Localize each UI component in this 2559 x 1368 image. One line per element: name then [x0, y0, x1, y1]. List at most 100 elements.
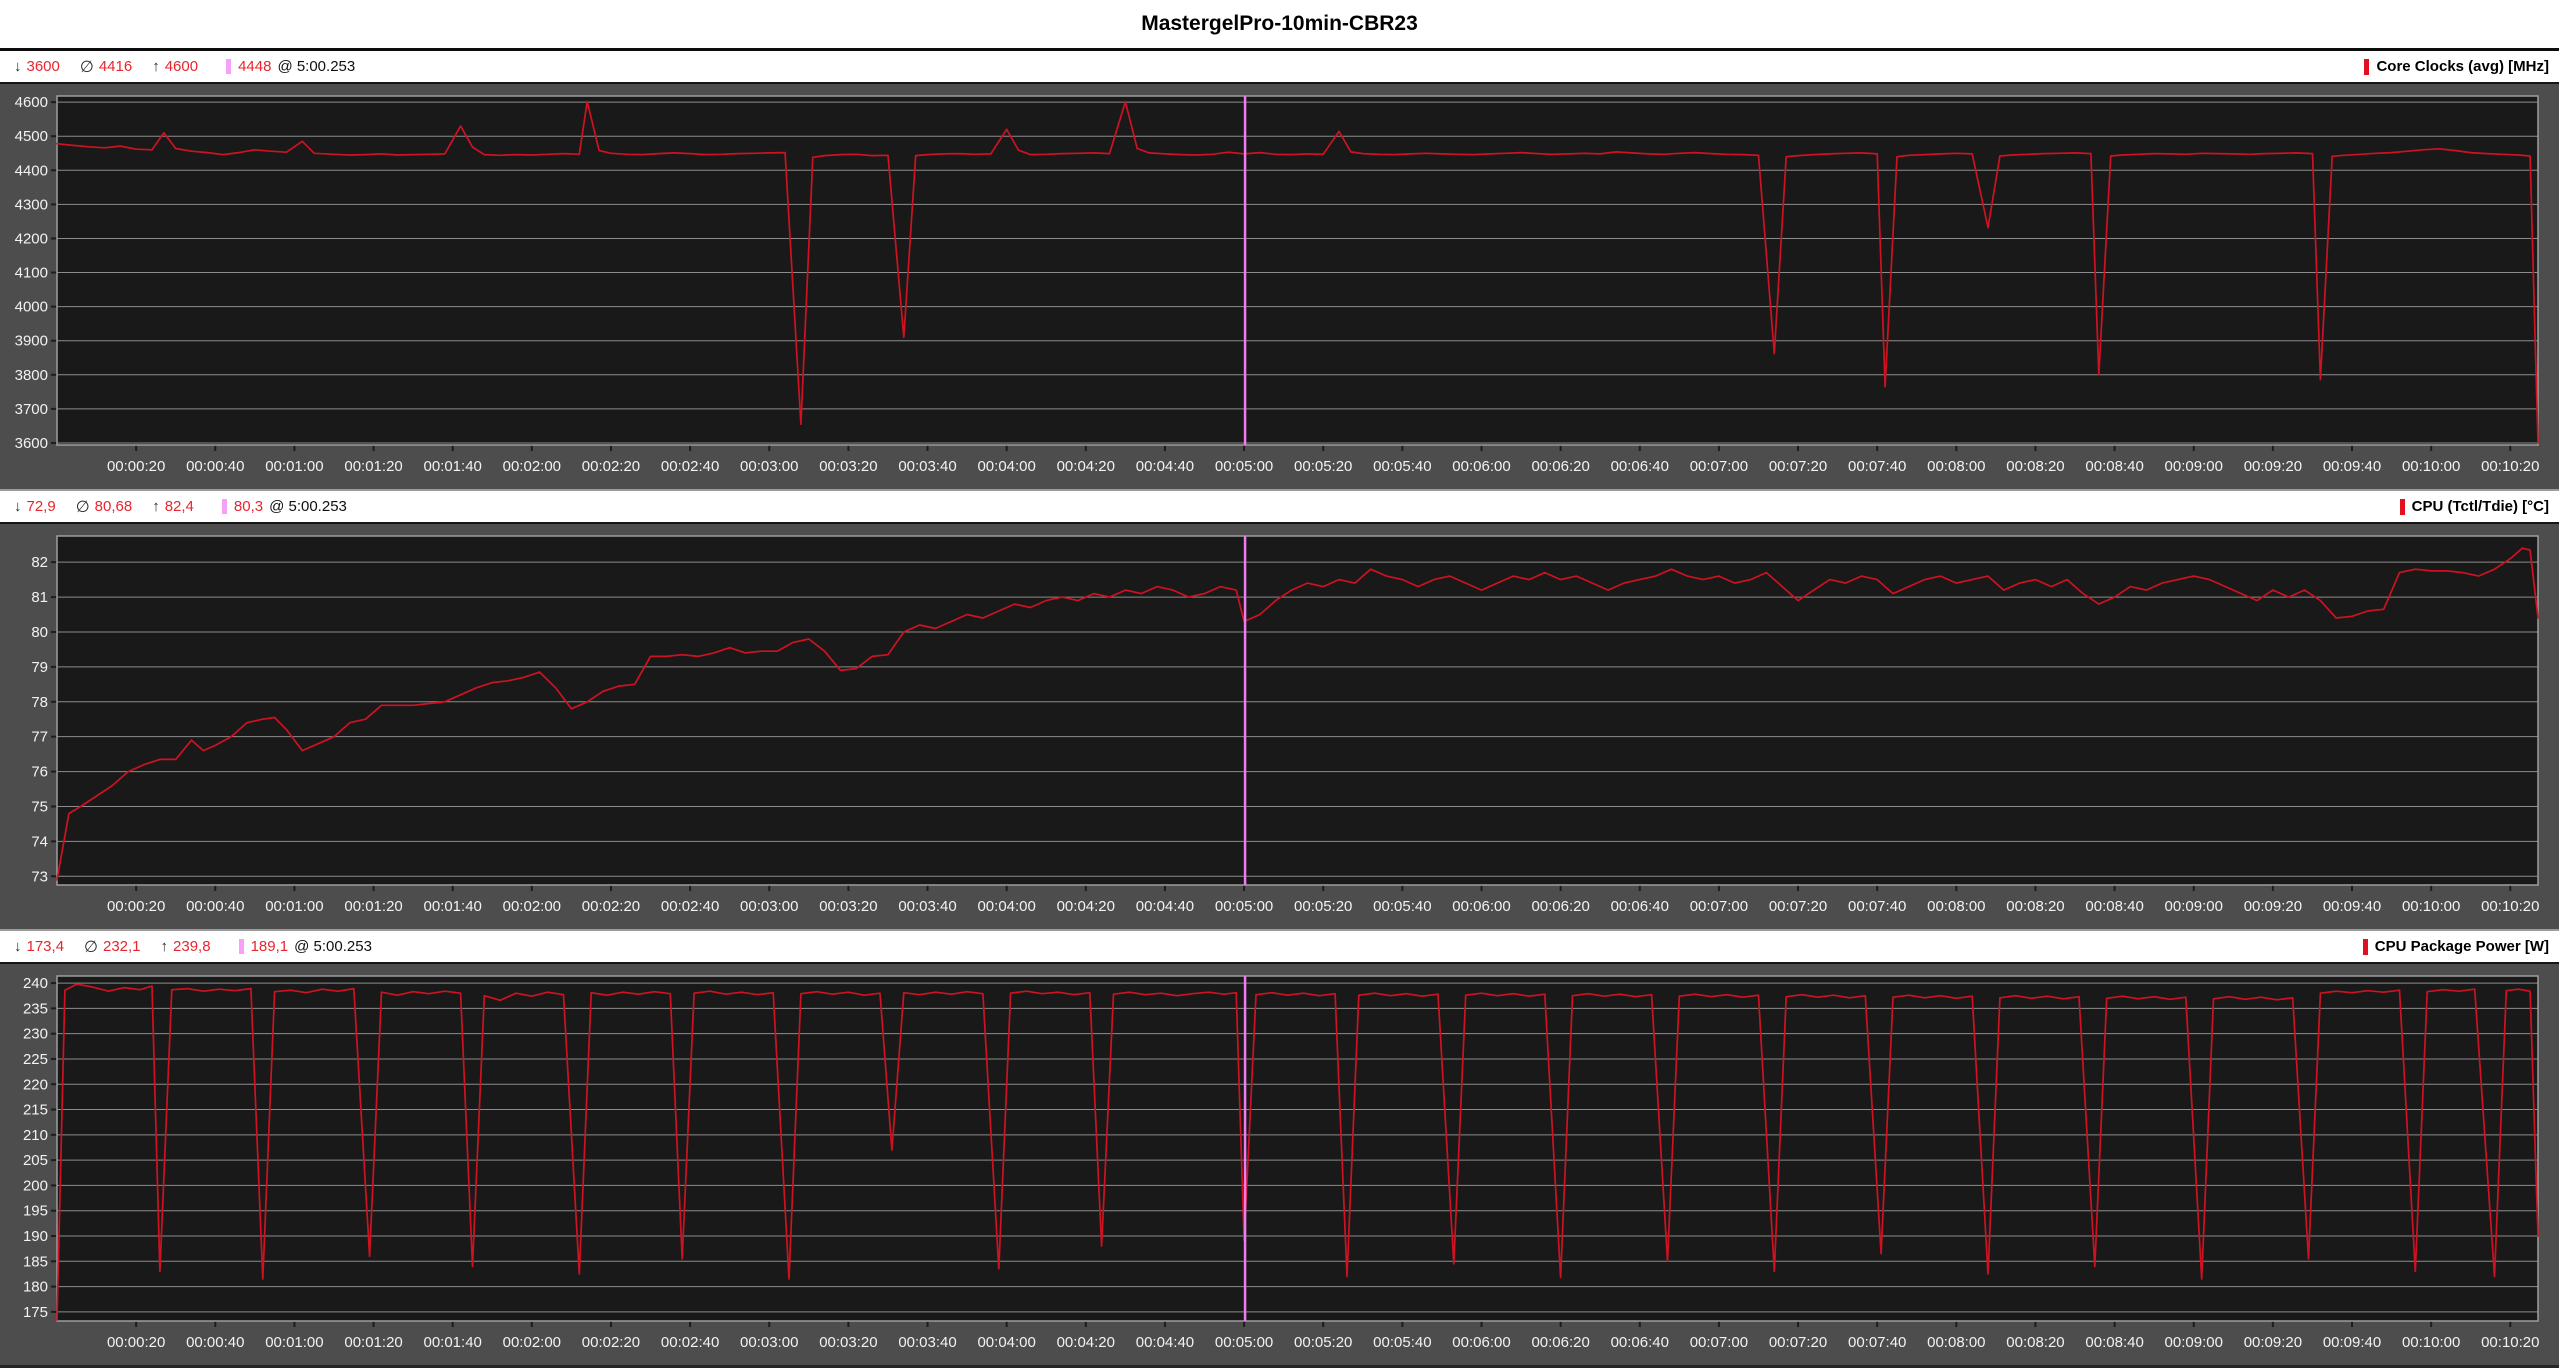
chart-panel-cpu-temp: 73 74 75 76 77 78 79 80 81 82 00:00:20 00:00:40 00:0…	[0, 522, 2559, 931]
cursor-marker-icon	[238, 939, 244, 954]
y-tick-label: 200	[23, 1177, 48, 1194]
y-tick-label: 225	[23, 1051, 48, 1068]
stats-row-cpu-temp: ↓ 72,9 ∅ 80,68 ↑ 82,4 80,3 @ 5:00.253 CP…	[0, 491, 2559, 522]
stat-cursor-time: @ 5:00.253	[277, 58, 356, 75]
x-tick-label: 00:02:20	[582, 898, 640, 915]
y-tick-label: 74	[31, 833, 48, 850]
x-tick-label: 00:08:20	[2006, 898, 2064, 915]
y-tick-label: 190	[23, 1228, 48, 1245]
series-color-icon	[2399, 498, 2405, 515]
x-tick-label: 00:07:00	[1690, 458, 1748, 475]
x-tick-label: 00:02:00	[503, 898, 561, 915]
x-tick-label: 00:09:40	[2323, 898, 2381, 915]
x-tick-label: 00:05:00	[1215, 458, 1273, 475]
x-tick-label: 00:09:40	[2323, 458, 2381, 475]
y-tick-label: 4000	[15, 299, 48, 316]
x-tick-label: 00:04:40	[1136, 458, 1194, 475]
core-clocks-plot[interactable]: 3600 3700 3800 3900 4000 4100 4200 4300 4400 4500…	[0, 84, 2559, 489]
x-tick-label: 00:06:20	[1531, 1334, 1589, 1351]
min-arrow-icon: ↓	[14, 498, 22, 515]
stat-cursor-time: @ 5:00.253	[269, 498, 347, 515]
x-tick-label: 00:05:20	[1294, 898, 1352, 915]
y-tick-label: 80	[31, 624, 48, 641]
x-tick-label: 00:08:00	[1927, 898, 1985, 915]
x-tick-label: 00:07:20	[1769, 898, 1827, 915]
stat-avg: 4416	[98, 58, 133, 75]
x-tick-label: 00:01:40	[423, 898, 481, 915]
x-tick-label: 00:04:20	[1057, 1334, 1115, 1351]
y-tick-label: 180	[23, 1279, 48, 1296]
x-tick-label: 00:09:20	[2244, 898, 2302, 915]
x-tick-label: 00:04:20	[1057, 898, 1115, 915]
stat-min: 72,9	[26, 498, 56, 515]
y-tick-label: 3600	[15, 435, 48, 452]
average-icon: ∅	[79, 58, 94, 76]
x-tick-label: 00:00:40	[186, 898, 244, 915]
x-tick-label: 00:00:20	[107, 1334, 165, 1351]
x-tick-label: 00:05:20	[1294, 1334, 1352, 1351]
x-tick-label: 00:03:40	[898, 1334, 956, 1351]
y-tick-label: 220	[23, 1076, 48, 1093]
x-tick-label: 00:06:00	[1452, 458, 1510, 475]
max-arrow-icon: ↑	[152, 498, 160, 515]
y-tick-label: 4300	[15, 196, 48, 213]
min-arrow-icon: ↓	[14, 58, 22, 75]
stats-row-cpu-power: ↓ 173,4 ∅ 232,1 ↑ 239,8 189,1 @ 5:00.253…	[0, 931, 2559, 962]
stat-cursor-time: @ 5:00.253	[294, 938, 372, 955]
y-tick-label: 185	[23, 1253, 48, 1270]
y-tick-label: 210	[23, 1127, 48, 1144]
y-tick-label: 77	[31, 729, 48, 746]
y-tick-label: 215	[23, 1102, 48, 1119]
cpu-temp-plot[interactable]: 73 74 75 76 77 78 79 80 81 82 00:00:20 00:00:40 00:0…	[0, 524, 2559, 929]
y-tick-label: 3900	[15, 333, 48, 350]
x-tick-label: 00:09:40	[2323, 1334, 2381, 1351]
x-tick-label: 00:05:40	[1373, 458, 1431, 475]
chart-panel-cpu-power: 175 180 185 190 195 200 205 210 215 220 225 230 235 2…	[0, 962, 2559, 1368]
x-tick-label: 00:06:20	[1531, 898, 1589, 915]
x-tick-label: 00:01:40	[423, 458, 481, 475]
x-tick-label: 00:05:00	[1215, 898, 1273, 915]
x-tick-label: 00:07:00	[1690, 1334, 1748, 1351]
x-tick-label: 00:04:00	[977, 898, 1035, 915]
x-tick-label: 00:06:40	[1611, 458, 1669, 475]
x-tick-label: 00:09:00	[2165, 898, 2223, 915]
x-tick-label: 00:07:20	[1769, 1334, 1827, 1351]
stats-row-core-clocks: ↓ 3600 ∅ 4416 ↑ 4600 4448 @ 5:00.253 Cor…	[0, 51, 2559, 82]
y-tick-label: 78	[31, 694, 48, 711]
x-tick-label: 00:01:40	[423, 1334, 481, 1351]
stat-avg: 80,68	[94, 498, 133, 515]
x-tick-label: 00:06:20	[1531, 458, 1589, 475]
x-tick-label: 00:07:40	[1848, 898, 1906, 915]
x-tick-label: 00:03:40	[898, 458, 956, 475]
y-tick-label: 205	[23, 1152, 48, 1169]
x-tick-label: 00:07:40	[1848, 1334, 1906, 1351]
x-tick-label: 00:02:20	[582, 458, 640, 475]
chart-title-core-clocks: Core Clocks (avg) [MHz]	[2376, 58, 2549, 75]
x-tick-label: 00:08:00	[1927, 1334, 1985, 1351]
x-tick-label: 00:05:40	[1373, 898, 1431, 915]
x-tick-label: 00:04:40	[1136, 898, 1194, 915]
x-tick-label: 00:09:20	[2244, 1334, 2302, 1351]
chart-title-cpu-power: CPU Package Power [W]	[2374, 938, 2549, 955]
x-tick-label: 00:03:20	[819, 458, 877, 475]
y-tick-label: 4200	[15, 230, 48, 247]
x-tick-label: 00:01:20	[344, 898, 402, 915]
x-tick-label: 00:10:00	[2402, 1334, 2460, 1351]
cpu-power-plot[interactable]: 175 180 185 190 195 200 205 210 215 220 225 230 235 2…	[0, 964, 2559, 1365]
stat-max: 239,8	[173, 938, 211, 955]
x-tick-label: 00:01:00	[265, 458, 323, 475]
average-icon: ∅	[84, 938, 98, 956]
page-header: MastergelPro-10min-CBR23	[0, 0, 2559, 51]
stat-min: 173,4	[26, 938, 65, 955]
x-tick-label: 00:06:00	[1452, 1334, 1510, 1351]
y-tick-label: 195	[23, 1203, 48, 1220]
y-tick-label: 4100	[15, 265, 48, 282]
x-tick-label: 00:09:00	[2165, 1334, 2223, 1351]
y-tick-label: 3800	[15, 367, 48, 384]
cursor-marker-icon	[226, 59, 232, 74]
x-tick-label: 00:05:00	[1215, 1334, 1273, 1351]
x-tick-label: 00:03:40	[898, 898, 956, 915]
y-tick-label: 75	[31, 798, 48, 815]
x-tick-label: 00:10:20	[2481, 1334, 2539, 1351]
x-tick-label: 00:07:00	[1690, 898, 1748, 915]
